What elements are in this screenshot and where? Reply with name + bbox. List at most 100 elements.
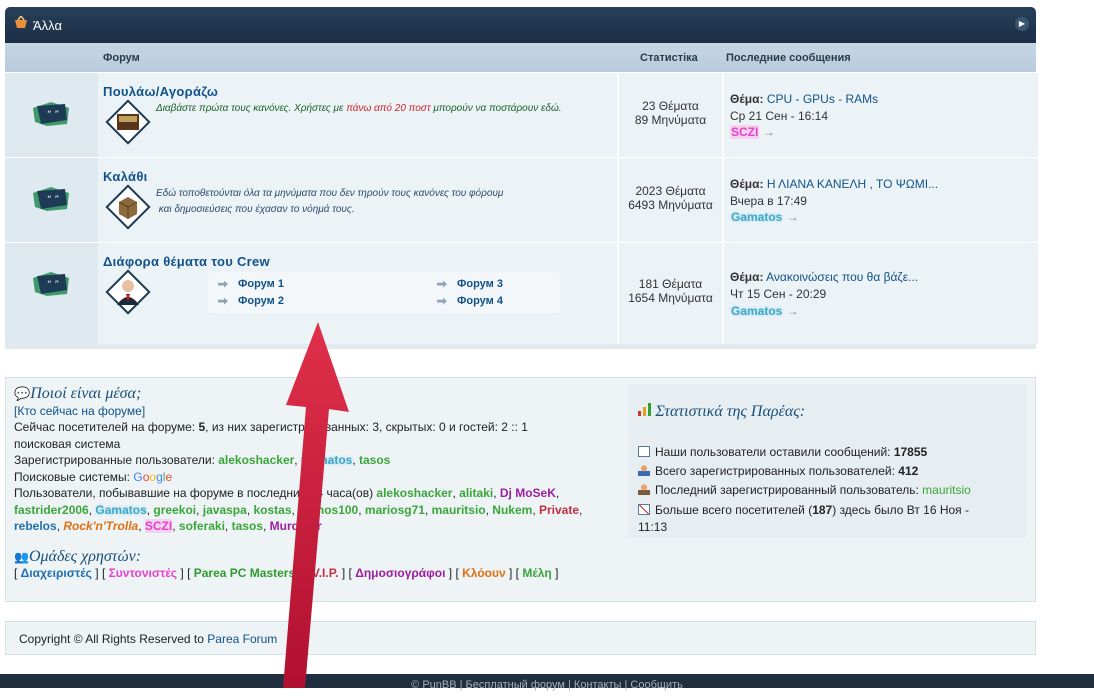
subforum-link[interactable]: Форум 2 — [218, 295, 284, 307]
forum-read-icon: “ ” — [33, 272, 69, 296]
forum-description: Διαβάστε πρώτα τους κανόνες. Χρήστες με … — [156, 103, 562, 114]
user-link[interactable]: rebelos — [14, 519, 57, 533]
category-header: Άλλα ▶ — [5, 7, 1036, 43]
category-title[interactable]: Άλλα — [33, 18, 62, 33]
group-link[interactable]: Συντονιστές — [109, 566, 177, 580]
group-users-icon: 👥 — [14, 549, 29, 564]
user-link[interactable]: kostas — [254, 503, 292, 517]
who-is-online-panel: 💬Ποιοί είναι μέσα; [Кто сейчас на форуме… — [5, 377, 1036, 602]
group-link[interactable]: Μέλη — [522, 566, 551, 580]
groups-heading: Ομάδες χρηστών: — [28, 547, 142, 565]
forum-stats: 2023 Θέματα 6493 Μηνύματα — [617, 158, 722, 242]
last-post-date: Чт 15 Сен - 20:29 — [730, 287, 827, 301]
user-link[interactable]: Gamatos — [301, 453, 352, 467]
online-summary: Сейчас посетителей на форуме: 5, из них … — [14, 420, 528, 434]
user-link[interactable]: Nukem — [492, 503, 532, 517]
basket-crate-icon — [105, 184, 151, 230]
subforum-link[interactable]: Форум 4 — [437, 295, 503, 307]
search-engines: Поисковые системы: Google — [14, 469, 173, 484]
user-avatar-icon — [105, 269, 151, 315]
envelope-icon — [638, 446, 650, 457]
last-post: Θέμα: CPU - GPUs - RAMs Ср 21 Сен - 16:1… — [722, 73, 1038, 157]
table-footer-bar — [5, 344, 1036, 349]
group-link[interactable]: Διαχειριστές — [21, 566, 92, 580]
last-post-user[interactable]: Gamatos — [730, 210, 783, 224]
basket-icon — [15, 16, 27, 28]
bar-chart-icon — [638, 403, 651, 416]
forum-title[interactable]: Πουλάω/Αγοράζω — [103, 84, 218, 99]
goto-arrow-icon[interactable]: → — [787, 210, 799, 224]
group-link[interactable]: V.I.P. — [312, 566, 339, 580]
stat-posts: Наши пользователи оставили сообщений: 17… — [638, 445, 927, 459]
user-link[interactable]: fastrider2006 — [14, 503, 89, 517]
user-icon — [638, 465, 650, 476]
last-post: Θέμα: Η ΛΙΑΝΑ ΚΑΝΕΛΗ , ΤΟ ΨΩΜΙ... Вчера … — [722, 158, 1038, 242]
arrow-right-icon — [218, 297, 228, 305]
forum-table-header: Форум Статистіка Последние сообщения — [5, 43, 1036, 72]
forum-row: “ ” Καλάθι Εδώ τοποθετούνται όλα τα μηνύ… — [5, 158, 1038, 243]
user-link[interactable]: soferaki — [179, 519, 225, 533]
user-link[interactable]: tasos — [232, 519, 263, 533]
arrow-right-icon — [218, 280, 228, 288]
stat-newest-user: Последний зарегистрированный пользовател… — [638, 483, 971, 497]
forum-read-icon: “ ” — [33, 102, 69, 126]
forum-title[interactable]: Καλάθι — [103, 169, 148, 184]
stat-max-visitors: Больше всего посетителей (187) здесь был… — [638, 503, 969, 534]
copyright-bar: Copyright © All Rights Reserved to Parea… — [5, 621, 1036, 655]
google-logo: Google — [133, 469, 173, 484]
forum-title[interactable]: Διάφορα θέματα του Crew — [103, 254, 270, 269]
user-link[interactable]: SCZI — [144, 519, 173, 533]
stat-users: Всего зарегистрированных пользователей: … — [638, 464, 918, 478]
page-footer: © PunBB | Бесплатный форум | Контакты | … — [0, 674, 1094, 691]
who-heading: Ποιοί είναι μέσα; — [30, 385, 142, 402]
goto-arrow-icon[interactable]: → — [787, 304, 799, 318]
user-link[interactable]: Gamatos — [95, 503, 146, 517]
user-link[interactable]: Rock'n'Trolla — [63, 519, 138, 533]
svg-text:“ ”: “ ” — [47, 110, 59, 120]
last-post-title[interactable]: Η ΛΙΑΝΑ ΚΑΝΕΛΗ , ΤΟ ΨΩΜΙ... — [767, 177, 938, 191]
arrow-right-icon — [437, 297, 447, 305]
stats-heading: Στατιστικά της Παρέας: — [655, 403, 806, 420]
registered-users: Зарегистрированные пользователи: alekosh… — [14, 453, 391, 467]
who-online-link[interactable]: [Кто сейчас на форуме] — [14, 404, 145, 418]
arrow-right-icon — [437, 280, 447, 288]
last-post: Θέμα: Ανακοινώσεις που θα βάζε... Чт 15 … — [722, 243, 1038, 344]
user-link[interactable]: greekoi — [153, 503, 196, 517]
svg-text:“ ”: “ ” — [47, 280, 59, 290]
group-link[interactable]: Parea PC Masters — [194, 566, 295, 580]
last-post-user[interactable]: SCZI — [730, 125, 760, 139]
collapse-arrow-icon[interactable]: ▶ — [1015, 17, 1029, 31]
user-link[interactable]: alekoshacker — [376, 486, 452, 500]
subforum-link[interactable]: Форум 1 — [218, 278, 284, 290]
user-icon — [638, 484, 650, 495]
user-link[interactable]: mariosg71 — [365, 503, 425, 517]
chat-bubble-icon: 💬 — [14, 386, 31, 401]
user-link[interactable]: tasos — [359, 453, 390, 467]
forum-home-link[interactable]: Parea Forum — [207, 632, 277, 646]
forum-read-icon: “ ” — [33, 187, 69, 211]
last-post-date: Вчера в 17:49 — [730, 194, 807, 208]
user-link[interactable]: alekoshacker — [218, 453, 294, 467]
user-link[interactable]: javaspa — [203, 503, 247, 517]
forum-row: “ ” Πουλάω/Αγοράζω Διαβάστε πρώτα τους κ… — [5, 73, 1038, 158]
user-link[interactable]: Murderer — [270, 519, 322, 533]
subforum-link[interactable]: Форум 3 — [437, 278, 503, 290]
chart-icon — [638, 504, 650, 515]
svg-text:“ ”: “ ” — [47, 195, 59, 205]
last-post-title[interactable]: CPU - GPUs - RAMs — [767, 92, 878, 106]
user-link[interactable]: mauritsio — [432, 503, 486, 517]
last-post-title[interactable]: Ανακοινώσεις που θα βάζε... — [766, 270, 918, 284]
user-link[interactable]: Private — [539, 503, 579, 517]
user-link[interactable]: kronos100 — [298, 503, 358, 517]
forum-description: Εδώ τοποθετούνται όλα τα μηνύματα που δε… — [156, 188, 504, 215]
group-link[interactable]: Δημοσιογράφοι — [355, 566, 445, 580]
user-link[interactable]: alitaki — [459, 486, 493, 500]
forum-stats-panel: Στατιστικά της Παρέας: Наши пользователи… — [628, 384, 1026, 538]
user-link[interactable]: Dj MoSeK — [500, 486, 556, 500]
groups-legend: [ Διαχειριστές ] [ Συντονιστές ] [ Parea… — [14, 566, 559, 580]
goto-arrow-icon[interactable]: → — [763, 125, 775, 139]
group-link[interactable]: Κλόουν — [462, 566, 506, 580]
header-forum: Форум — [103, 52, 140, 64]
last-post-user[interactable]: Gamatos — [730, 304, 783, 318]
newest-user-link[interactable]: mauritsio — [922, 483, 971, 497]
